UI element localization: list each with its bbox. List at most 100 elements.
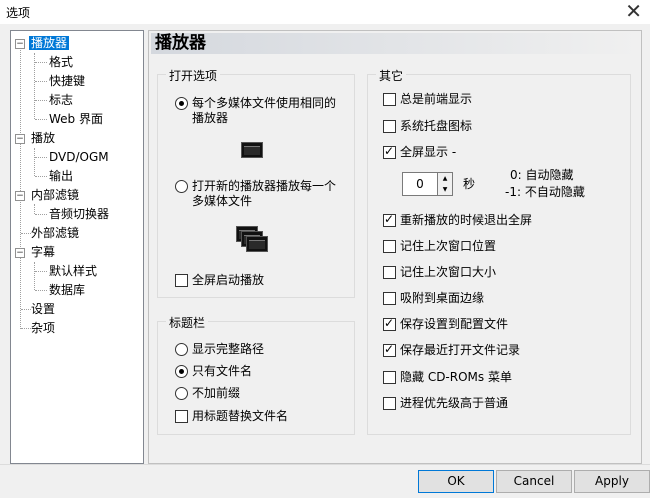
divider bbox=[0, 464, 650, 465]
fullscreen-checkbox[interactable]: 全屏显示 - bbox=[383, 144, 456, 160]
tree-item-label: 标志 bbox=[49, 93, 74, 107]
remember-size-label: 记住上次窗口大小 bbox=[400, 265, 497, 279]
down-arrow-icon[interactable]: ▼ bbox=[438, 184, 452, 195]
save-to-file-label: 保存设置到配置文件 bbox=[400, 317, 509, 331]
save-to-file-checkbox[interactable]: 保存设置到配置文件 bbox=[383, 316, 509, 332]
options-tree[interactable]: − 播放器 格式 快捷键 标志 Web 界面 − 播放 DVD/OGM 输出 −… bbox=[10, 30, 144, 464]
group-title: 其它 bbox=[376, 67, 407, 84]
radio-indicator[interactable] bbox=[175, 365, 188, 378]
group-title: 打开选项 bbox=[166, 67, 221, 84]
tree-item-label: 格式 bbox=[49, 55, 74, 69]
checkbox[interactable] bbox=[175, 410, 188, 423]
new-player-label: 打开新的播放器播放每一个多媒体文件 bbox=[192, 179, 337, 208]
checkbox[interactable] bbox=[383, 397, 396, 410]
checkbox[interactable] bbox=[383, 266, 396, 279]
tree-item-label: DVD/OGM bbox=[49, 150, 109, 164]
close-icon[interactable]: ✕ bbox=[625, 0, 642, 22]
tree-item-dvd-ogm[interactable]: DVD/OGM bbox=[47, 148, 111, 166]
tree-item-label: 外部滤镜 bbox=[31, 226, 80, 240]
tree-item-label: 音频切换器 bbox=[49, 207, 110, 221]
fullscreen-start-checkbox[interactable]: 全屏启动播放 bbox=[175, 273, 264, 288]
checkbox[interactable] bbox=[175, 274, 188, 287]
tree-item-label: 杂项 bbox=[31, 321, 56, 335]
save-recent-label: 保存最近打开文件记录 bbox=[400, 343, 521, 357]
hide-cdroms-checkbox[interactable]: 隐藏 CD-ROMs 菜单 bbox=[383, 370, 512, 385]
remember-pos-label: 记住上次窗口位置 bbox=[400, 239, 497, 253]
on-top-label: 总是前端显示 bbox=[400, 92, 473, 106]
tree-item-player[interactable]: 播放器 bbox=[29, 34, 70, 52]
checkbox[interactable] bbox=[383, 120, 396, 133]
save-recent-checkbox[interactable]: 保存最近打开文件记录 bbox=[383, 342, 521, 358]
auto-hide-label: 0: 自动隐藏 bbox=[510, 168, 574, 182]
fullscreen-start-label: 全屏启动播放 bbox=[192, 273, 265, 287]
tree-item-settings[interactable]: 设置 bbox=[29, 300, 57, 318]
stepper-arrows[interactable]: ▲ ▼ bbox=[438, 172, 453, 196]
page-title: 播放器 bbox=[151, 33, 641, 54]
no-auto-hide-label: -1: 不自动隐藏 bbox=[505, 185, 585, 199]
up-arrow-icon[interactable]: ▲ bbox=[438, 173, 452, 184]
tree-item-internal-filters[interactable]: 内部滤镜 bbox=[29, 186, 81, 204]
no-prefix-label: 不加前缀 bbox=[192, 386, 241, 400]
tree-item-logo[interactable]: 标志 bbox=[47, 91, 75, 109]
tree-item-label: 内部滤镜 bbox=[31, 188, 80, 202]
checkbox[interactable] bbox=[383, 316, 396, 331]
title-bar: 选项 ✕ bbox=[0, 0, 650, 24]
tree-item-subtitles[interactable]: 字幕 bbox=[29, 243, 57, 261]
tree-item-shortcuts[interactable]: 快捷键 bbox=[47, 72, 87, 90]
same-player-label: 每个多媒体文件使用相同的播放器 bbox=[192, 96, 337, 125]
collapse-icon[interactable]: − bbox=[15, 191, 25, 201]
checkbox[interactable] bbox=[383, 212, 396, 227]
tree-item-misc[interactable]: 杂项 bbox=[29, 319, 57, 337]
tree-item-playback[interactable]: 播放 bbox=[29, 129, 57, 147]
radio-indicator[interactable] bbox=[175, 180, 188, 193]
tray-icon-label: 系统托盘图标 bbox=[400, 119, 473, 133]
tree-item-external-filters[interactable]: 外部滤镜 bbox=[29, 224, 81, 242]
exit-fullscreen-checkbox[interactable]: 重新播放的时候退出全屏 bbox=[383, 212, 532, 228]
tree-item-database[interactable]: 数据库 bbox=[47, 281, 87, 299]
remember-pos-checkbox[interactable]: 记住上次窗口位置 bbox=[383, 239, 496, 254]
tree-item-web-interface[interactable]: Web 界面 bbox=[47, 110, 105, 128]
tree-item-default-style[interactable]: 默认样式 bbox=[47, 262, 99, 280]
tray-icon-checkbox[interactable]: 系统托盘图标 bbox=[383, 119, 472, 134]
tree-item-output[interactable]: 输出 bbox=[47, 167, 75, 185]
checkbox[interactable] bbox=[383, 292, 396, 305]
replace-title-checkbox[interactable]: 用标题替换文件名 bbox=[175, 409, 288, 424]
auto-hide-note: 0: 自动隐藏 bbox=[510, 168, 574, 183]
tree-item-label: 快捷键 bbox=[49, 74, 86, 88]
checkbox[interactable] bbox=[383, 144, 396, 159]
checkbox[interactable] bbox=[383, 342, 396, 357]
on-top-checkbox[interactable]: 总是前端显示 bbox=[383, 92, 472, 107]
tree-item-label: 设置 bbox=[31, 302, 56, 316]
tree-item-label: Web 界面 bbox=[49, 112, 103, 126]
tree-item-formats[interactable]: 格式 bbox=[47, 53, 75, 71]
snap-edges-checkbox[interactable]: 吸附到桌面边缘 bbox=[383, 291, 484, 306]
tree-item-audio-switcher[interactable]: 音频切换器 bbox=[47, 205, 111, 223]
checkbox[interactable] bbox=[383, 240, 396, 253]
filename-only-radio[interactable]: 只有文件名 bbox=[175, 364, 252, 379]
collapse-icon[interactable]: − bbox=[15, 134, 25, 144]
new-player-radio[interactable]: 打开新的播放器播放每一个多媒体文件 bbox=[175, 179, 345, 209]
ok-button[interactable]: OK bbox=[418, 470, 494, 493]
apply-button[interactable]: Apply bbox=[574, 470, 650, 493]
collapse-icon[interactable]: − bbox=[15, 248, 25, 258]
hide-seconds-input[interactable]: 0 bbox=[402, 172, 438, 196]
hide-seconds-stepper[interactable]: 0 ▲ ▼ bbox=[402, 172, 454, 196]
high-priority-checkbox[interactable]: 进程优先级高于普通 bbox=[383, 396, 508, 411]
cancel-button[interactable]: Cancel bbox=[496, 470, 572, 493]
remember-size-checkbox[interactable]: 记住上次窗口大小 bbox=[383, 265, 496, 280]
no-prefix-radio[interactable]: 不加前缀 bbox=[175, 386, 240, 401]
group-title: 标题栏 bbox=[166, 314, 209, 331]
radio-indicator[interactable] bbox=[175, 97, 188, 110]
filename-only-label: 只有文件名 bbox=[192, 364, 253, 378]
same-player-radio[interactable]: 每个多媒体文件使用相同的播放器 bbox=[175, 96, 345, 126]
multiple-windows-icon bbox=[246, 236, 268, 252]
checkbox[interactable] bbox=[383, 93, 396, 106]
checkbox[interactable] bbox=[383, 371, 396, 384]
full-path-radio[interactable]: 显示完整路径 bbox=[175, 342, 264, 357]
radio-indicator[interactable] bbox=[175, 343, 188, 356]
tree-item-label: 字幕 bbox=[31, 245, 56, 259]
collapse-icon[interactable]: − bbox=[15, 39, 25, 49]
radio-indicator[interactable] bbox=[175, 387, 188, 400]
tree-item-label: 输出 bbox=[49, 169, 74, 183]
tree-item-label: 播放 bbox=[31, 131, 56, 145]
